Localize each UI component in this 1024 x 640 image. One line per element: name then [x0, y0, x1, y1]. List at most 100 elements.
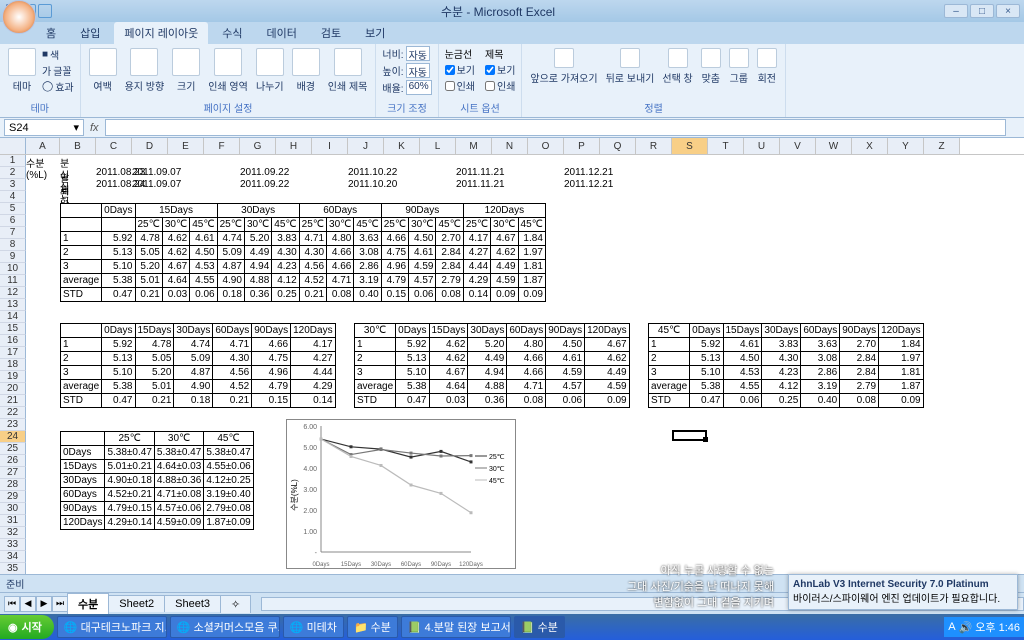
rotate-button[interactable]: 회전 [755, 46, 779, 87]
col-header[interactable]: O [528, 138, 564, 154]
tray-icon[interactable]: A [948, 621, 955, 633]
row-header[interactable]: 6 [0, 215, 26, 227]
row-header[interactable]: 23 [0, 419, 26, 431]
col-header[interactable]: K [384, 138, 420, 154]
row-header[interactable]: 4 [0, 191, 26, 203]
row-header[interactable]: 7 [0, 227, 26, 239]
fx-icon[interactable]: fx [90, 122, 99, 134]
gridlines-view-check[interactable]: 보기 [445, 62, 475, 77]
row-header[interactable]: 13 [0, 299, 26, 311]
col-header[interactable]: W [816, 138, 852, 154]
row-header[interactable]: 15 [0, 323, 26, 335]
row-header[interactable]: 31 [0, 515, 26, 527]
tab-home[interactable]: 홈 [36, 22, 66, 44]
row-header[interactable]: 1 [0, 155, 26, 167]
col-header[interactable]: Z [924, 138, 960, 154]
line-chart[interactable]: -1.002.003.004.005.006.000Days15Days30Da… [286, 419, 516, 569]
sendback-button[interactable]: 뒤로 보내기 [604, 46, 657, 87]
align-button[interactable]: 맞춤 [699, 46, 723, 87]
col-header[interactable]: B [60, 138, 96, 154]
background-button[interactable]: 배경 [290, 46, 322, 95]
sheet-nav-next[interactable]: ▶ [36, 596, 52, 612]
scale-select[interactable]: 60% [406, 80, 432, 95]
group-button[interactable]: 그룹 [727, 46, 751, 87]
active-cell[interactable] [672, 430, 707, 441]
col-header[interactable]: H [276, 138, 312, 154]
tab-data[interactable]: 데이터 [257, 22, 307, 44]
col-header[interactable]: N [492, 138, 528, 154]
orientation-button[interactable]: 용지 방향 [123, 46, 167, 95]
sheet-nav-last[interactable]: ⏭ [52, 596, 68, 612]
row-header[interactable]: 14 [0, 311, 26, 323]
col-header[interactable]: L [420, 138, 456, 154]
row-header[interactable]: 8 [0, 239, 26, 251]
row-header[interactable]: 34 [0, 551, 26, 563]
taskbar-item[interactable]: 📗 수분 [514, 616, 565, 638]
system-tray[interactable]: A 🔊 오후 1:46 [944, 617, 1024, 637]
col-header[interactable]: A [26, 138, 60, 154]
row-header[interactable]: 10 [0, 263, 26, 275]
row-header[interactable]: 27 [0, 467, 26, 479]
tab-view[interactable]: 보기 [355, 22, 395, 44]
selectionpane-button[interactable]: 선택 창 [660, 46, 694, 87]
row-header[interactable]: 2 [0, 167, 26, 179]
sheet-tab-3[interactable]: Sheet3 [164, 595, 221, 612]
qat-redo-icon[interactable] [38, 4, 52, 18]
printarea-button[interactable]: 인쇄 영역 [206, 46, 250, 95]
sheet-nav-first[interactable]: ⏮ [4, 596, 20, 612]
sheet-tab-new[interactable]: ✧ [220, 595, 251, 613]
col-header[interactable]: M [456, 138, 492, 154]
gridlines-print-check[interactable]: 인쇄 [445, 78, 475, 93]
col-header[interactable]: R [636, 138, 672, 154]
height-select[interactable]: 자동 [406, 63, 430, 78]
row-header[interactable]: 19 [0, 371, 26, 383]
bringforward-button[interactable]: 앞으로 가져오기 [528, 46, 599, 87]
taskbar-item[interactable]: 🌐 소셜커머스모음 쿠... [170, 616, 280, 638]
minimize-button[interactable]: – [944, 4, 968, 18]
row-header[interactable]: 20 [0, 383, 26, 395]
theme-button[interactable]: 테마 [6, 46, 38, 95]
taskbar-item[interactable]: 🌐 대구테크노파크 지... [57, 616, 167, 638]
row-header[interactable]: 21 [0, 395, 26, 407]
row-header[interactable]: 9 [0, 251, 26, 263]
taskbar-item[interactable]: 📗 4.분말 된장 보고서... [401, 616, 511, 638]
row-header[interactable]: 5 [0, 203, 26, 215]
row-header[interactable]: 29 [0, 491, 26, 503]
row-header[interactable]: 25 [0, 443, 26, 455]
col-header[interactable]: E [168, 138, 204, 154]
row-header[interactable]: 3 [0, 179, 26, 191]
tab-insert[interactable]: 삽입 [70, 22, 110, 44]
row-header[interactable]: 26 [0, 455, 26, 467]
col-header[interactable]: S [672, 138, 708, 154]
row-header[interactable]: 24 [0, 431, 26, 443]
close-button[interactable]: × [996, 4, 1020, 18]
col-header[interactable]: G [240, 138, 276, 154]
taskbar-item[interactable]: 🌐 미테차 [283, 616, 344, 638]
size-button[interactable]: 크기 [170, 46, 202, 95]
sheet-tab-2[interactable]: Sheet2 [108, 595, 165, 612]
col-header[interactable]: P [564, 138, 600, 154]
margins-button[interactable]: 여백 [87, 46, 119, 95]
maximize-button[interactable]: □ [970, 4, 994, 18]
select-all-corner[interactable] [0, 138, 26, 154]
breaks-button[interactable]: 나누기 [254, 46, 286, 95]
col-header[interactable]: C [96, 138, 132, 154]
office-button[interactable] [2, 0, 36, 34]
col-header[interactable]: Y [888, 138, 924, 154]
spreadsheet-grid[interactable]: ABCDEFGHIJKLMNOPQRSTUVWXYZ 수분(%L)분말된장실제날… [0, 138, 1024, 592]
formula-input[interactable] [105, 119, 1006, 136]
av-notification-toast[interactable]: AhnLab V3 Internet Security 7.0 Platinum… [788, 574, 1018, 610]
row-header[interactable]: 12 [0, 287, 26, 299]
tab-review[interactable]: 검토 [311, 22, 351, 44]
printtitles-button[interactable]: 인쇄 제목 [326, 46, 370, 95]
col-header[interactable]: Q [600, 138, 636, 154]
row-header[interactable]: 32 [0, 527, 26, 539]
row-header[interactable]: 16 [0, 335, 26, 347]
width-select[interactable]: 자동 [406, 46, 430, 61]
headings-print-check[interactable]: 인쇄 [485, 78, 515, 93]
tab-pagelayout[interactable]: 페이지 레이아웃 [114, 22, 208, 44]
col-header[interactable]: F [204, 138, 240, 154]
row-header[interactable]: 22 [0, 407, 26, 419]
row-header[interactable]: 18 [0, 359, 26, 371]
theme-colors[interactable]: ■ 색 [42, 47, 74, 62]
